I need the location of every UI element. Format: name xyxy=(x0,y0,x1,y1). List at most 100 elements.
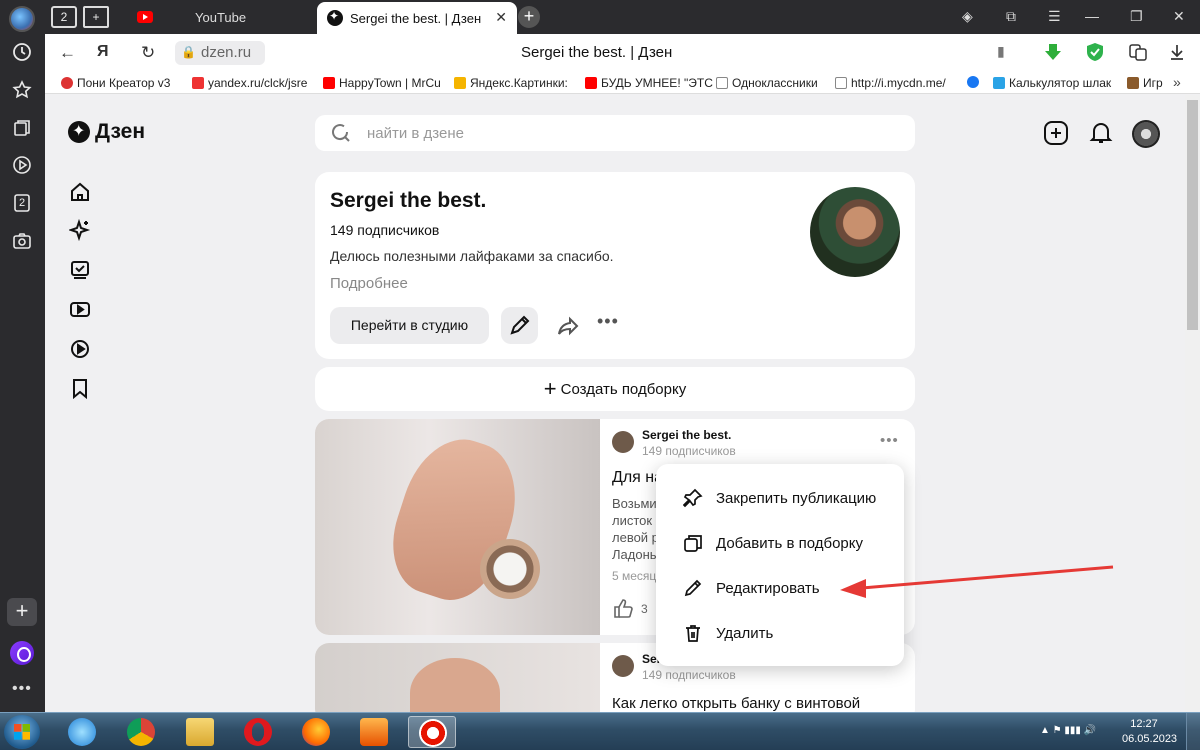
bookmark-item[interactable]: Одноклассники xyxy=(716,76,818,90)
tabs-count-button[interactable]: 2 xyxy=(51,6,77,28)
more-options-icon[interactable]: ••• xyxy=(597,311,619,332)
share-icon[interactable] xyxy=(556,314,580,338)
tab-bar: 2 + YouTube Sergei the best. | Дзен ✕ + … xyxy=(45,0,1200,34)
sparkle-icon[interactable] xyxy=(67,218,91,242)
trash-icon xyxy=(686,625,700,642)
menu-item-delete[interactable]: Удалить xyxy=(656,613,904,653)
subscriptions-icon[interactable] xyxy=(69,258,91,280)
notifications-bell-icon[interactable] xyxy=(1088,120,1114,146)
menu-item-label: Добавить в подборку xyxy=(716,535,863,552)
pin-icon xyxy=(683,488,703,508)
windows-taskbar: ▲ ⚑ ▮▮▮ 🔊 12:27 06.05.2023 xyxy=(0,712,1200,750)
screenshot-icon[interactable] xyxy=(11,230,33,252)
dzen-logo[interactable]: Дзен xyxy=(68,120,145,144)
tab-counter-icon[interactable]: 2 xyxy=(11,192,33,214)
chrome-icon xyxy=(127,718,155,746)
post-thumbnail[interactable] xyxy=(315,643,600,712)
bookmark-icon[interactable] xyxy=(69,377,91,400)
bookmark-item[interactable]: Пони Креатор v3 xyxy=(61,76,170,90)
plus-icon: + xyxy=(543,376,557,401)
bookmark-item[interactable]: yandex.ru/clck/jsre xyxy=(192,76,307,90)
start-button[interactable] xyxy=(4,715,40,749)
menu-item-pin[interactable]: Закрепить публикацию xyxy=(656,478,904,518)
post-author[interactable]: Sergei the best. xyxy=(642,428,731,442)
tab-dzen-active[interactable]: Sergei the best. | Дзен ✕ xyxy=(317,2,517,34)
bookmark-item[interactable]: http://i.mycdn.me/ xyxy=(835,76,946,90)
bookmark-item[interactable]: Яндекс.Картинки: xyxy=(454,76,568,90)
download-green-icon[interactable] xyxy=(1043,42,1063,62)
browser-profile-avatar[interactable] xyxy=(9,6,35,32)
bookmark-item[interactable]: Калькулятор шлак xyxy=(993,76,1111,90)
new-folder-tab-icon[interactable]: + xyxy=(83,6,109,28)
home-icon[interactable] xyxy=(69,181,91,203)
show-desktop-button[interactable] xyxy=(1186,713,1200,750)
minimize-icon[interactable]: — xyxy=(1085,8,1099,24)
taskbar-explorer[interactable] xyxy=(176,716,224,748)
yandex-logo-icon[interactable]: Я xyxy=(97,43,109,61)
post-context-menu: Закрепить публикацию Добавить в подборку… xyxy=(656,464,904,666)
more-link[interactable]: Подробнее xyxy=(330,275,408,292)
bookmark-label: HappyTown | MrCu xyxy=(339,76,441,90)
edit-channel-button[interactable] xyxy=(501,307,538,344)
close-window-icon[interactable]: ✕ xyxy=(1173,8,1185,25)
url-field[interactable]: 🔒 dzen.ru xyxy=(175,41,265,65)
history-icon[interactable] xyxy=(11,41,33,63)
user-avatar[interactable] xyxy=(1132,120,1160,148)
menu-item-edit[interactable]: Редактировать xyxy=(656,568,904,608)
collections-icon[interactable] xyxy=(11,117,33,139)
bookmark-item[interactable]: БУДЬ УМНЕЕ! "ЭТС xyxy=(585,76,713,90)
incognito-icon[interactable]: ◈ xyxy=(962,8,973,25)
go-to-studio-button[interactable]: Перейти в студию xyxy=(330,307,489,344)
taskbar-firefox[interactable] xyxy=(292,716,340,748)
taskbar-media[interactable] xyxy=(350,716,398,748)
shorts-play-icon[interactable] xyxy=(69,338,91,360)
post-date: 5 месяц xyxy=(612,569,657,583)
pencil-icon xyxy=(510,315,530,335)
reload-icon[interactable]: ↻ xyxy=(141,43,155,63)
bookmark-item[interactable]: Игр xyxy=(1127,76,1163,90)
tray-icons[interactable]: ▲ ⚑ ▮▮▮ 🔊 xyxy=(1040,725,1096,736)
page-scrollbar[interactable] xyxy=(1185,95,1200,712)
bookmark-label: Игр xyxy=(1143,76,1163,90)
bookmark-item[interactable] xyxy=(967,76,979,88)
taskbar-opera[interactable] xyxy=(234,716,282,748)
downloads-icon[interactable] xyxy=(1167,42,1187,62)
video-icon[interactable] xyxy=(69,298,91,320)
menu-item-add-to-collection[interactable]: Добавить в подборку xyxy=(656,523,904,563)
bookmarks-overflow-icon[interactable]: » xyxy=(1173,74,1181,90)
post-thumbnail[interactable] xyxy=(315,419,600,635)
like-thumb-icon[interactable] xyxy=(612,597,634,619)
clock-time: 12:27 xyxy=(1130,718,1158,730)
bookmark-flag-icon[interactable]: ▮ xyxy=(997,43,1005,60)
back-arrow-icon[interactable]: ← xyxy=(59,43,76,63)
search-input[interactable]: найти в дзене xyxy=(315,115,915,151)
author-avatar[interactable] xyxy=(612,655,634,677)
more-dots-icon[interactable]: ••• xyxy=(12,680,32,698)
create-post-plus-icon[interactable] xyxy=(1043,120,1069,146)
create-collection-button[interactable]: + Создать подборку xyxy=(315,367,915,411)
adguard-shield-icon[interactable] xyxy=(1085,42,1105,62)
add-panel-button[interactable]: + xyxy=(7,598,37,626)
author-avatar[interactable] xyxy=(612,431,634,453)
channel-name: Sergei the best. xyxy=(330,189,487,212)
post-more-options-icon[interactable]: ••• xyxy=(880,432,899,449)
favorites-star-icon[interactable] xyxy=(11,79,33,101)
tab-youtube[interactable]: YouTube xyxy=(123,4,313,30)
search-placeholder: найти в дзене xyxy=(367,125,464,142)
taskbar-chrome[interactable] xyxy=(117,716,165,748)
restore-icon[interactable]: ❐ xyxy=(1130,8,1143,25)
video-play-icon[interactable] xyxy=(11,154,33,176)
system-clock[interactable]: 12:27 06.05.2023 xyxy=(1122,717,1177,747)
alice-assistant-icon[interactable] xyxy=(10,641,34,665)
bookmark-item[interactable]: HappyTown | MrCu xyxy=(323,76,441,90)
translate-icon[interactable] xyxy=(1128,42,1148,62)
taskbar-yandex-browser[interactable] xyxy=(408,716,456,748)
taskbar-ie[interactable] xyxy=(58,716,106,748)
scrollbar-thumb[interactable] xyxy=(1187,100,1198,330)
close-tab-icon[interactable]: ✕ xyxy=(495,9,507,26)
post-title[interactable]: Как легко открыть банку с винтовой xyxy=(612,695,860,712)
window-tabs-icon[interactable]: ⧉ xyxy=(1006,8,1016,25)
facebook-favicon-icon xyxy=(967,76,979,88)
menu-icon[interactable]: ☰ xyxy=(1048,8,1061,25)
new-tab-button[interactable]: + xyxy=(518,6,540,28)
